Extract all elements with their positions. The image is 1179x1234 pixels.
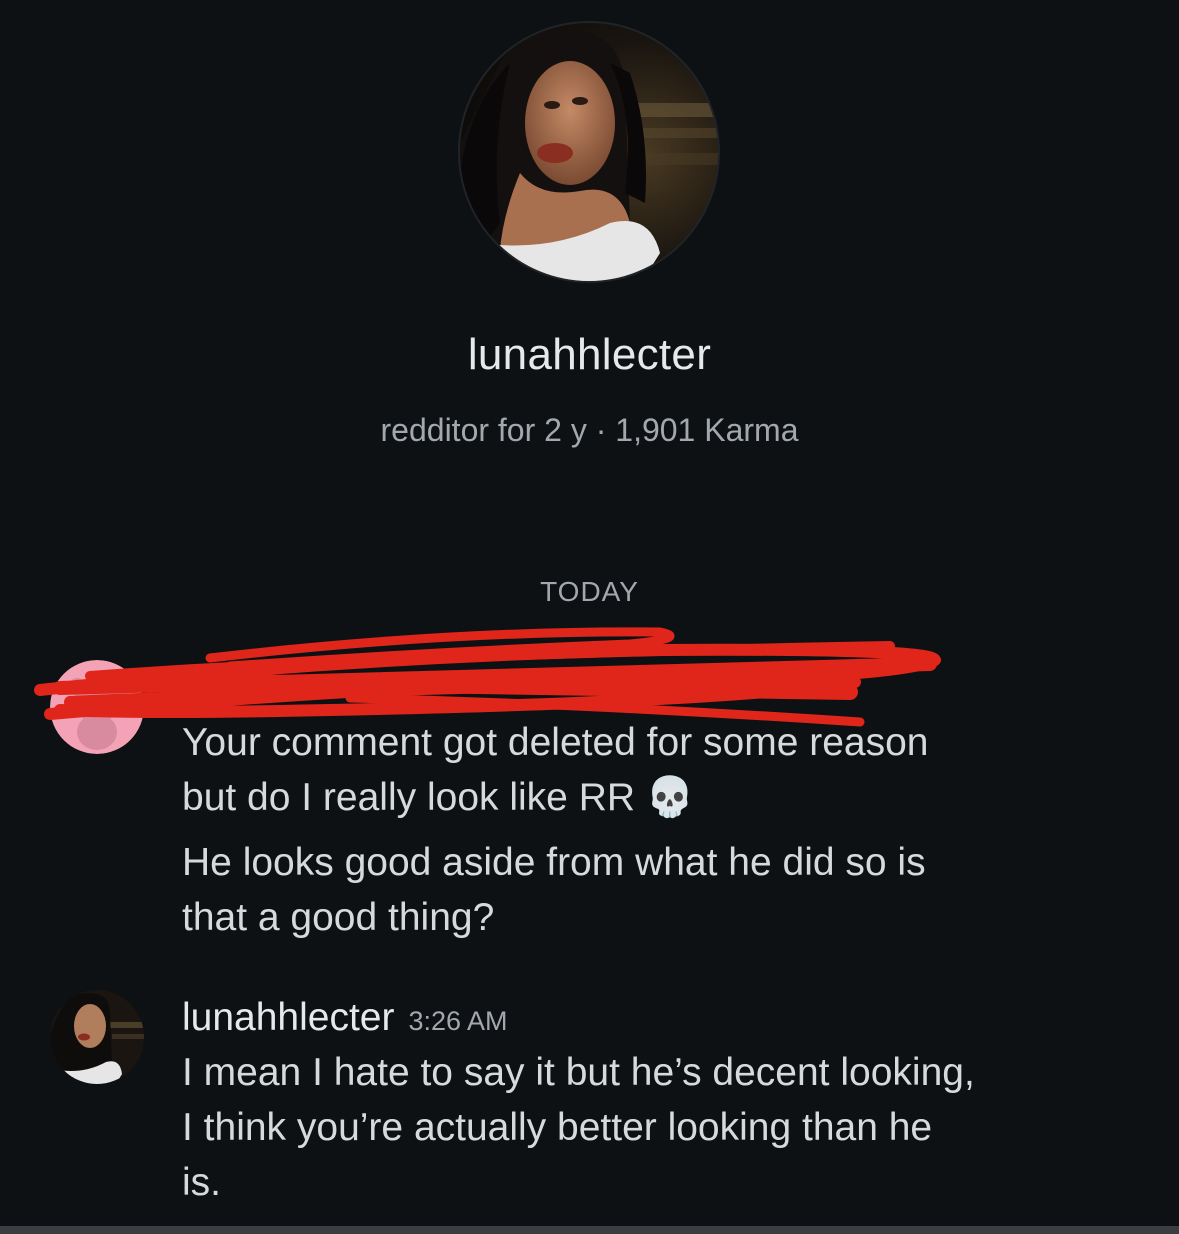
message-body: He looks good aside from what he did so … <box>182 835 1142 945</box>
message-author[interactable]: lunahhlecter <box>182 996 394 1039</box>
message-line: I think you’re actually better looking t… <box>182 1106 933 1149</box>
message-header: lunahhlecter 3:26 AM <box>182 990 1142 1049</box>
profile-username: lunahhlecter <box>467 330 712 379</box>
message-line: Your comment got deleted for some reason <box>182 721 929 764</box>
message-line: that a good thing? <box>182 896 495 939</box>
snoo-avatar[interactable] <box>50 660 144 754</box>
profile-avatar[interactable] <box>458 21 720 283</box>
message-line: but do I really look like RR 💀 <box>182 776 695 819</box>
message-line: is. <box>182 1161 221 1204</box>
message-line: I mean I hate to say it but he’s decent … <box>182 1051 975 1094</box>
user-avatar[interactable] <box>50 990 144 1084</box>
message-line: He looks good aside from what he did so … <box>182 841 926 884</box>
message-body: Your comment got deleted for some reason… <box>182 715 1142 825</box>
bottom-divider <box>0 1226 1179 1234</box>
date-divider: TODAY <box>540 576 639 607</box>
profile-meta: redditor for 2 y · 1,901 Karma <box>380 412 799 448</box>
redaction-scribble <box>34 627 941 727</box>
message-body: I mean I hate to say it but he’s decent … <box>182 1045 1142 1210</box>
message-timestamp: 3:26 AM <box>408 1006 508 1036</box>
